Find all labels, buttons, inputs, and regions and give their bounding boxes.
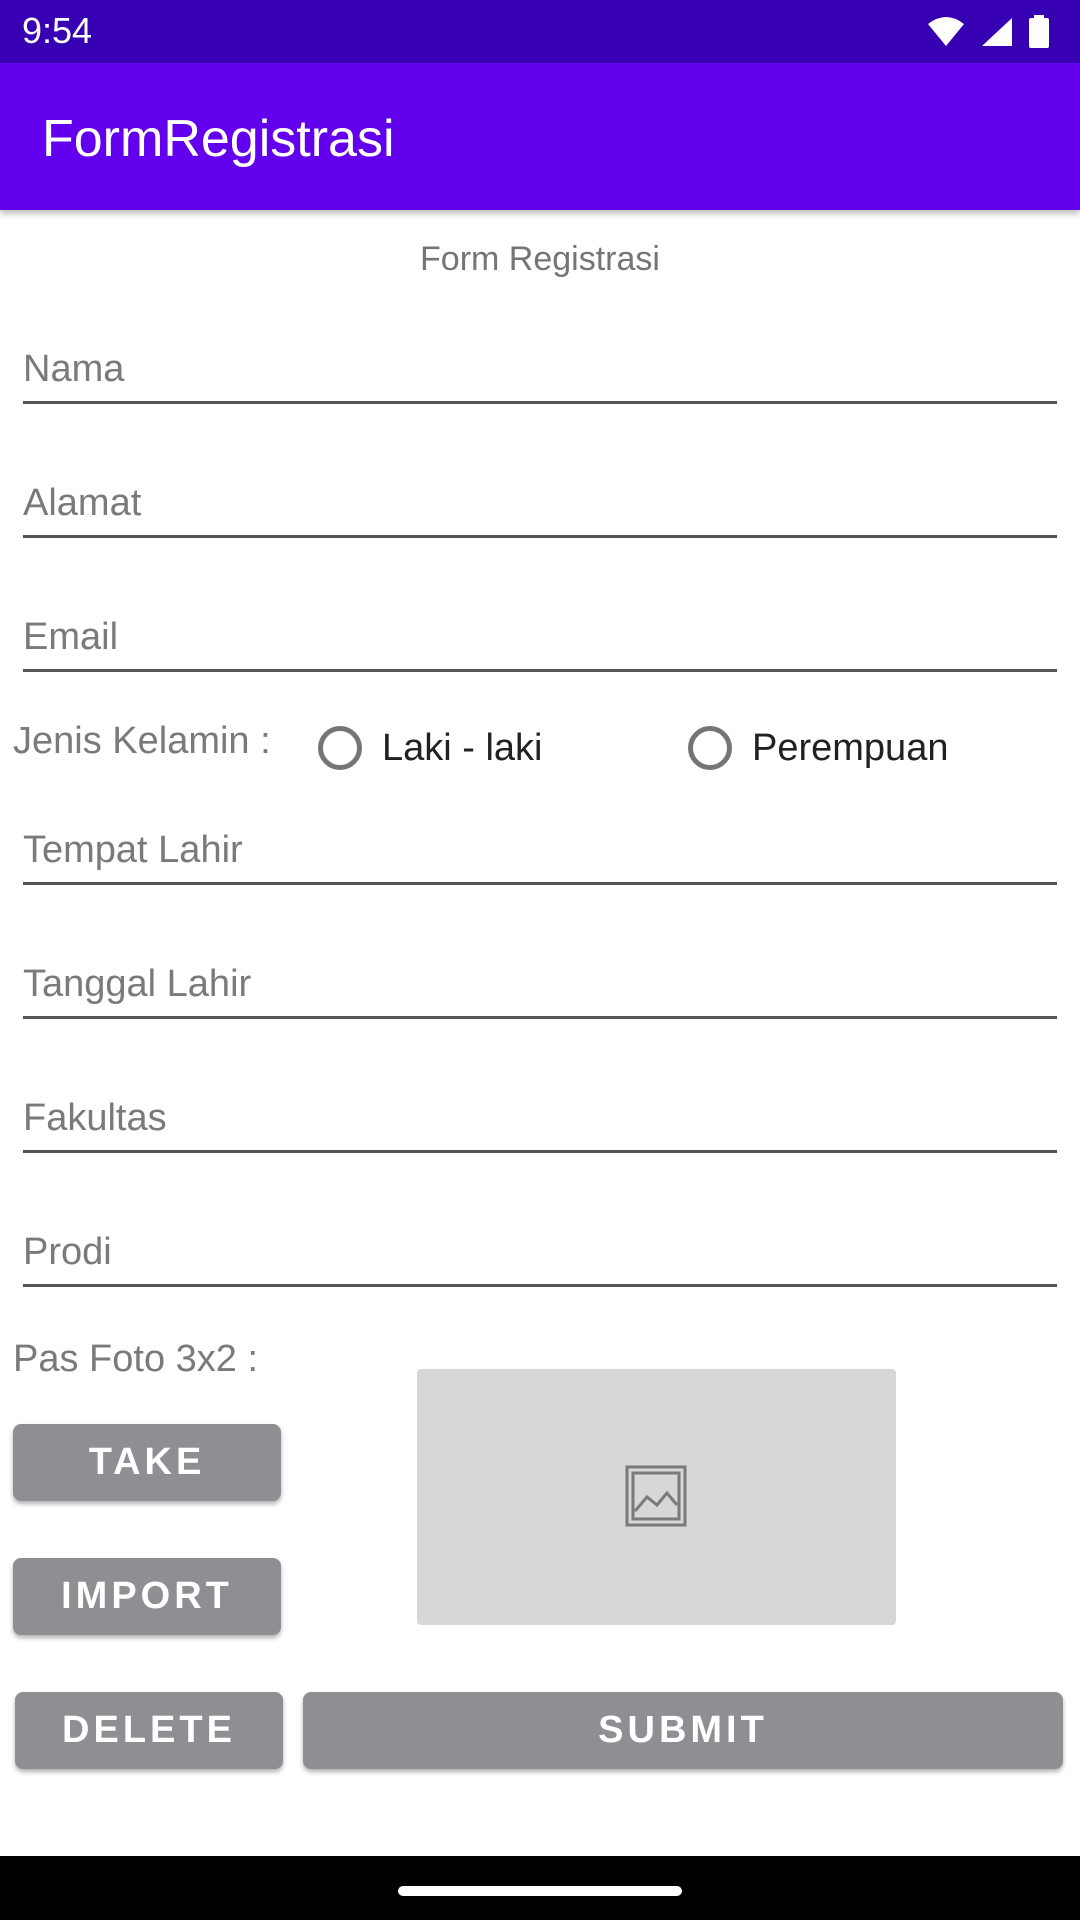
wifi-icon (928, 17, 964, 46)
radio-laki-laki[interactable]: Laki - laki (318, 726, 543, 770)
status-icons (926, 12, 1050, 52)
image-placeholder-icon (625, 1465, 687, 1527)
prodi-field[interactable] (23, 1204, 1057, 1287)
radio-circle-icon (688, 726, 732, 770)
email-field[interactable] (23, 589, 1057, 672)
delete-button[interactable]: DELETE (15, 1692, 283, 1769)
gender-label: Jenis Kelamin : (13, 720, 271, 762)
nama-field[interactable] (23, 321, 1057, 404)
submit-button[interactable]: SUBMIT (303, 1692, 1063, 1769)
alamat-field[interactable] (23, 455, 1057, 538)
take-button[interactable]: TAKE (13, 1424, 281, 1501)
app-title: FormRegistrasi (42, 110, 395, 168)
tanggal-lahir-field[interactable] (23, 936, 1057, 1019)
signal-icon (982, 18, 1012, 46)
tempat-lahir-input[interactable] (23, 829, 1057, 872)
app-bar: FormRegistrasi (0, 63, 1080, 210)
import-button[interactable]: IMPORT (13, 1558, 281, 1635)
radio-perempuan[interactable]: Perempuan (688, 726, 948, 770)
navigation-bar (0, 1856, 1080, 1920)
radio-circle-icon (318, 726, 362, 770)
status-time: 9:54 (22, 10, 93, 51)
alamat-input[interactable] (23, 482, 1057, 525)
nama-input[interactable] (23, 348, 1057, 391)
form-heading: Form Registrasi (420, 240, 660, 278)
prodi-input[interactable] (23, 1231, 1057, 1274)
radio-label-laki-laki: Laki - laki (382, 726, 543, 769)
photo-preview (417, 1369, 896, 1625)
photo-label: Pas Foto 3x2 : (13, 1338, 259, 1380)
status-bar: 9:54 (0, 0, 1080, 63)
tanggal-lahir-input[interactable] (23, 963, 1057, 1006)
radio-label-perempuan: Perempuan (752, 726, 949, 769)
fakultas-input[interactable] (23, 1097, 1057, 1140)
home-handle[interactable] (398, 1886, 682, 1896)
fakultas-field[interactable] (23, 1070, 1057, 1153)
email-input[interactable] (23, 616, 1057, 659)
battery-icon (1029, 15, 1049, 48)
tempat-lahir-field[interactable] (23, 802, 1057, 885)
